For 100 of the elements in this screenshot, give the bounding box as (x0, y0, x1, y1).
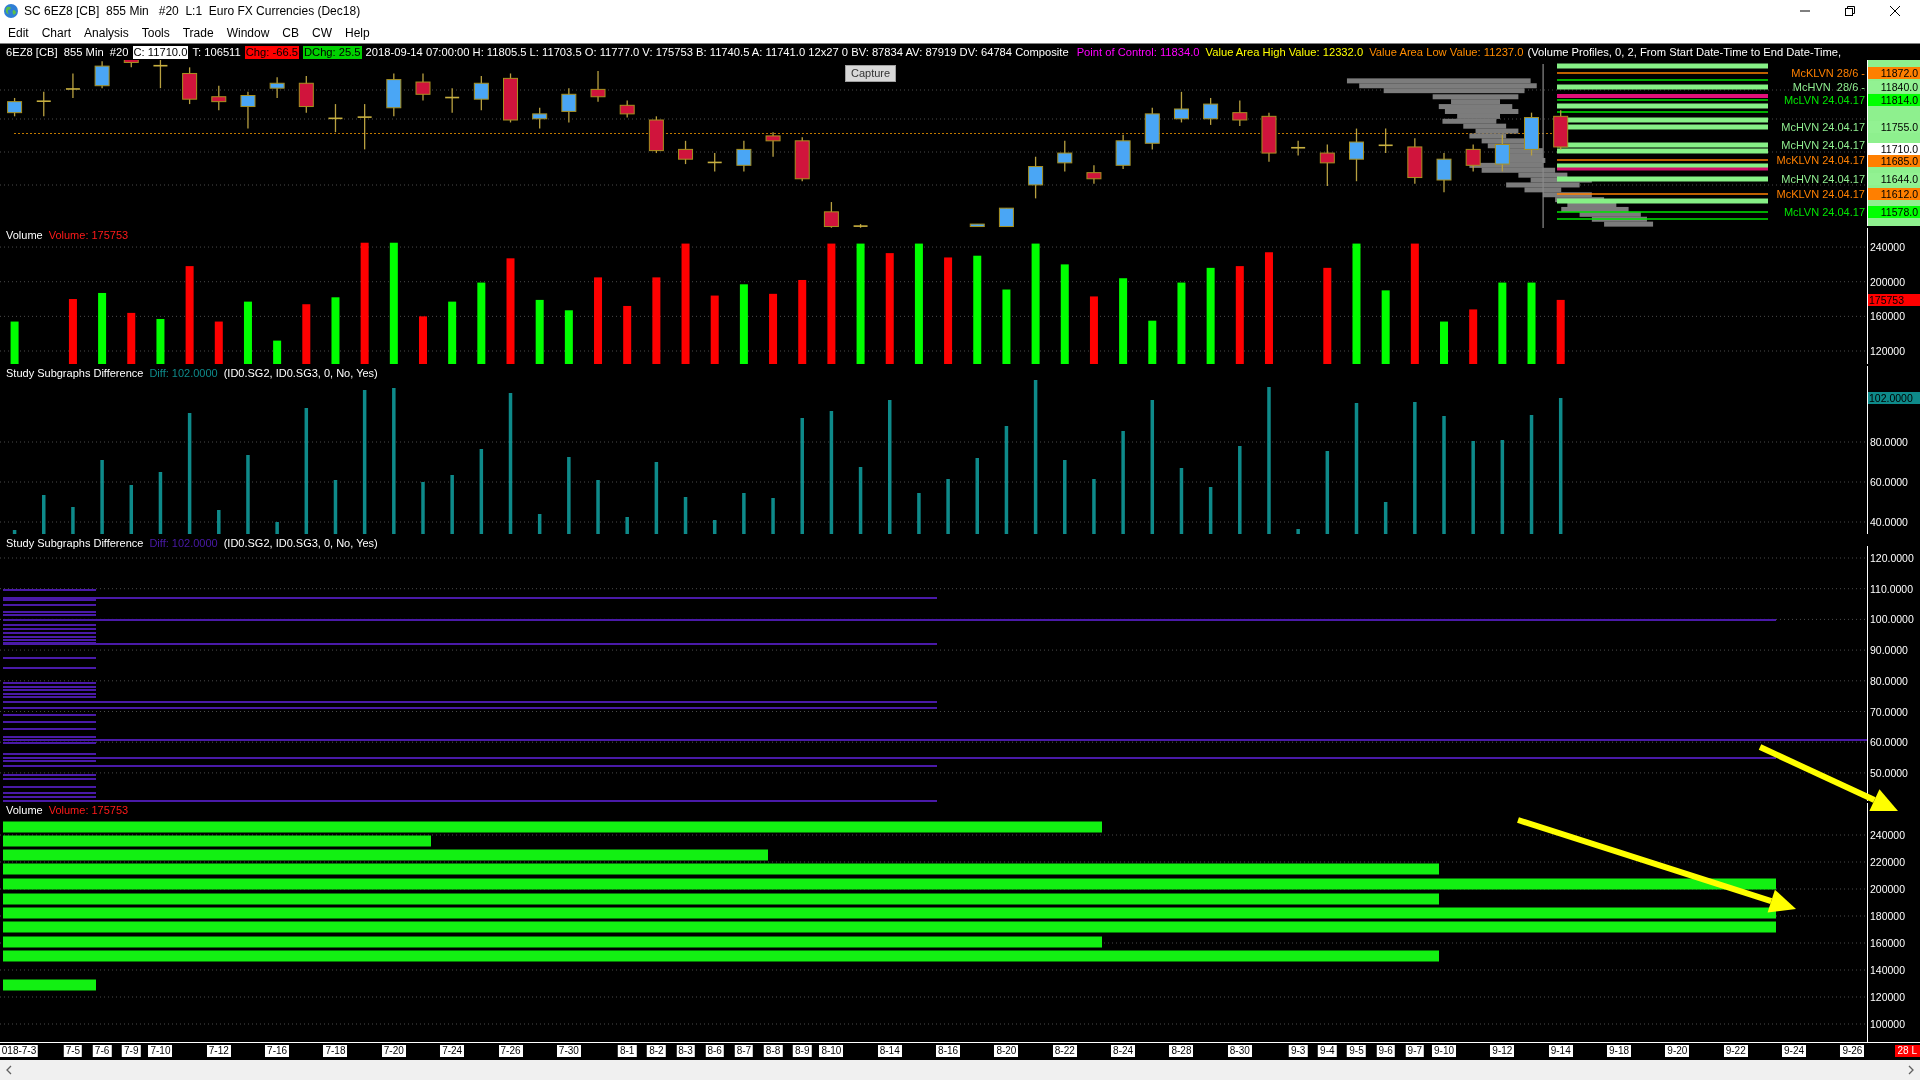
date-label: 8-9 (793, 1045, 812, 1057)
level-label: McHVN 28/6 - (1792, 80, 1865, 94)
date-label: 7-16 (265, 1045, 290, 1057)
date-label: 7-9 (122, 1045, 141, 1057)
scroll-right-icon[interactable] (1908, 1065, 1914, 1075)
volume-bar (68, 299, 77, 364)
date-label: 8-3 (676, 1045, 695, 1057)
volume-bar (769, 293, 778, 364)
date-label: 9-5 (1347, 1045, 1366, 1057)
close-icon[interactable] (1890, 6, 1900, 16)
chart-info-text: T: 106511 (192, 45, 241, 59)
volume-bar (710, 295, 719, 364)
menu-item[interactable]: Edit (8, 25, 29, 40)
difference-bar (858, 467, 863, 534)
volume-bar (1556, 299, 1565, 364)
difference-bar (712, 520, 717, 534)
menu-item[interactable]: Trade (182, 25, 214, 40)
axis-label: 100000 (1870, 1018, 1906, 1030)
difference-bar (450, 475, 454, 534)
volume-bar (243, 301, 252, 364)
volume-reading: Volume: 175753 (48, 228, 129, 242)
date-label: 9-10 (1432, 1045, 1456, 1057)
date-label: 9-7 (1405, 1045, 1425, 1057)
date-label: 7-10 (148, 1045, 173, 1057)
date-label: 8-16 (936, 1045, 961, 1057)
price-label: 11578.0 (1868, 206, 1920, 218)
chart-info-text: 6EZ8 [CB] 855 Min #20 (6, 45, 129, 59)
level-label: McHVN 24.04.17 (1781, 172, 1865, 186)
day-change-tag: DChg: 25.5 (303, 45, 362, 59)
axis-label: 240000 (1870, 241, 1906, 254)
menu-item[interactable]: Analysis (84, 25, 129, 40)
volume-bar (419, 316, 427, 364)
date-label: 9-6 (1376, 1045, 1395, 1057)
difference-bar (12, 530, 17, 534)
restore-icon[interactable] (1845, 6, 1855, 16)
date-label: 7-5 (63, 1045, 83, 1057)
axis-label: 90.0000 (1870, 644, 1908, 657)
menu-item[interactable]: CB (282, 25, 299, 40)
difference-bar (129, 485, 133, 534)
difference-bar (1092, 479, 1096, 534)
axis-label: 200000 (1870, 883, 1906, 895)
date-label: 9-24 (1782, 1045, 1807, 1057)
date-label: 9-4 (1318, 1045, 1337, 1057)
menu-item[interactable]: Chart (41, 25, 72, 40)
volume-bar (1089, 296, 1098, 364)
volume-bar (98, 292, 107, 364)
volume-bar (1469, 309, 1478, 364)
difference-reading: Diff: 102.0000 (149, 536, 218, 550)
date-label: 8-10 (819, 1045, 844, 1057)
difference-bar (71, 507, 75, 534)
date-label: 8-30 (1227, 1045, 1252, 1057)
pane-title: Study Subgraphs Difference (6, 536, 144, 550)
date-label: 9-3 (1288, 1045, 1308, 1057)
difference-bar (654, 462, 659, 534)
level-label: McLVN 24.04.17 (1783, 205, 1865, 219)
menu-item[interactable]: Tools (141, 25, 170, 40)
point-of-control-text: Point of Control: 11834.0 (1076, 45, 1200, 59)
axis-label: 160000 (1870, 310, 1906, 323)
volume-bar (623, 305, 632, 364)
axis-label: 80.0000 (1870, 674, 1908, 687)
difference-bar (217, 510, 221, 534)
volume-reading: Volume: 175753 (48, 803, 129, 817)
level-label: McHVN 24.04.17 (1781, 120, 1865, 134)
menu-item[interactable]: Help (345, 25, 370, 40)
date-label: 7-20 (381, 1045, 406, 1057)
volume-bar (10, 321, 19, 364)
date-label: 9-14 (1548, 1045, 1573, 1057)
pane-title: Volume (6, 803, 43, 817)
date-label: 9-22 (1723, 1045, 1748, 1057)
axis-label: 240000 (1870, 829, 1906, 841)
scroll-left-icon[interactable] (6, 1065, 12, 1075)
difference-bar (333, 480, 338, 534)
level-label: McHVN 24.04.17 (1781, 138, 1865, 152)
level-label: McLVN 24.04.17 (1783, 93, 1865, 107)
level-label: McKLVN 28/6 - (1791, 66, 1865, 80)
difference-bar (421, 482, 425, 534)
date-label: 8-22 (1052, 1045, 1077, 1057)
difference-bar (1179, 468, 1184, 534)
difference-bar (742, 493, 746, 534)
date-label: 8-2 (647, 1045, 666, 1057)
menu-item[interactable]: CW (312, 25, 332, 40)
date-label: 8-7 (734, 1045, 754, 1057)
date-label: 9-12 (1490, 1045, 1515, 1057)
volume-bar (302, 304, 311, 364)
pane-title: Volume (6, 228, 43, 242)
scrollbar[interactable] (0, 1060, 1920, 1080)
date-label: 7-6 (92, 1045, 112, 1057)
price-label: 11612.0 (1868, 188, 1920, 200)
difference-bar (946, 479, 950, 534)
value-area-high-text: Value Area High Value: 12332.0 (1205, 45, 1364, 59)
level-label: McKLVN 24.04.17 (1776, 187, 1865, 201)
menu-item[interactable]: Window (226, 25, 270, 40)
date-label: 8-14 (877, 1045, 902, 1057)
price-label: 11814.0 (1868, 94, 1920, 106)
time-scale-tag: 28 L (1894, 1045, 1920, 1057)
date-label: 7-26 (498, 1045, 523, 1057)
axis-label: 220000 (1870, 856, 1906, 868)
date-label: 8-8 (763, 1045, 783, 1057)
date-label: 8-20 (994, 1045, 1019, 1057)
difference-bar (917, 493, 921, 534)
